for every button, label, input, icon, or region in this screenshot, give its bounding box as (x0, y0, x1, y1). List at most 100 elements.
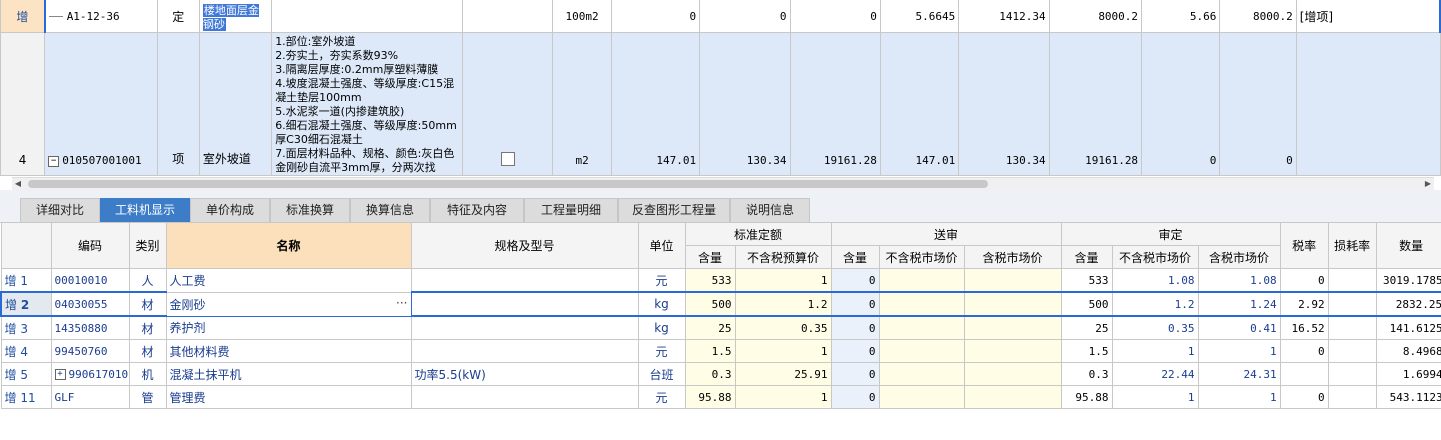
value-cell[interactable]: 0 (1141, 32, 1221, 176)
sub-pretax-cell[interactable] (878, 315, 965, 340)
value-cell[interactable]: 5.66 (1141, 0, 1221, 33)
value-cell[interactable]: 0 (610, 0, 701, 33)
code-cell[interactable]: −010507001001 (44, 32, 158, 176)
header-name[interactable]: 名称 (165, 222, 412, 269)
app-qty-cell[interactable]: 25 (1060, 315, 1113, 340)
row-header[interactable]: 增 2 (0, 291, 52, 317)
app-qty-cell[interactable]: 500 (1060, 291, 1113, 317)
header-sub-pretax[interactable]: 不含税市场价 (878, 245, 965, 269)
header-std-qty[interactable]: 含量 (684, 245, 736, 269)
value-cell[interactable]: 19161.28 (1048, 32, 1143, 176)
row-header[interactable]: 增 3 (0, 315, 52, 340)
code-cell[interactable]: GLF (50, 385, 130, 409)
checkbox-cell[interactable] (462, 0, 554, 33)
app-pretax-cell[interactable]: 1 (1111, 385, 1199, 409)
unit-cell[interactable]: kg (637, 291, 686, 317)
value-cell[interactable]: 130.34 (958, 32, 1050, 176)
tax-rate-cell[interactable]: 0 (1279, 385, 1329, 409)
code-cell[interactable]: 00010010 (50, 268, 130, 293)
spec-cell[interactable] (410, 385, 639, 409)
note-cell[interactable]: [增项] (1295, 0, 1441, 33)
header-sub-qty[interactable]: 含量 (830, 245, 880, 269)
loss-rate-cell[interactable] (1327, 291, 1377, 317)
category-cell[interactable]: 材 (128, 315, 167, 340)
sub-pretax-cell[interactable] (878, 339, 965, 363)
app-pretax-cell[interactable]: 1 (1111, 339, 1199, 363)
value-cell[interactable]: 19161.28 (789, 32, 881, 176)
loss-rate-cell[interactable] (1327, 339, 1377, 363)
expand-icon[interactable]: + (54, 369, 66, 380)
sub-tax-cell[interactable] (963, 362, 1062, 386)
code-cell[interactable]: A1-12-36 (43, 0, 158, 33)
tax-rate-cell[interactable] (1279, 362, 1329, 386)
unit-cell[interactable]: 台班 (637, 362, 686, 386)
scrollbar-thumb[interactable] (28, 180, 988, 188)
name-cell[interactable]: 其他材料费 (165, 339, 412, 363)
resource-row[interactable]: 增 3 14350880 材 养护剂 kg 25 0.35 0 25 0.35 … (0, 315, 1441, 340)
tab-quantity-detail[interactable]: 工程量明细 (524, 198, 618, 222)
loss-rate-cell[interactable] (1327, 315, 1377, 340)
unit-cell[interactable]: 元 (637, 268, 686, 293)
sub-pretax-cell[interactable] (878, 362, 965, 386)
code-cell[interactable]: 04030055 (50, 291, 130, 317)
tab-detail-compare[interactable]: 详细对比 (20, 198, 100, 222)
quantity-cell[interactable]: 8.4968 (1375, 339, 1441, 363)
tab-graphic-quantity[interactable]: 反查图形工程量 (618, 198, 730, 222)
collapse-icon[interactable]: − (48, 155, 60, 167)
spec-cell[interactable] (410, 315, 639, 340)
checkbox[interactable] (500, 152, 515, 166)
type-cell[interactable]: 项 (156, 32, 200, 176)
app-tax-cell[interactable]: 1 (1197, 385, 1281, 409)
sub-tax-cell[interactable] (963, 315, 1062, 340)
app-pretax-cell[interactable]: 1.2 (1111, 291, 1199, 317)
std-price-cell[interactable]: 1.2 (734, 291, 832, 317)
value-cell[interactable]: 147.01 (879, 32, 960, 176)
name-cell[interactable]: 养护剂 (165, 315, 412, 340)
app-tax-cell[interactable]: 24.31 (1197, 362, 1281, 386)
code-cell[interactable]: 14350880 (50, 315, 130, 340)
sub-qty-cell[interactable]: 0 (830, 385, 880, 409)
loss-rate-cell[interactable] (1327, 362, 1377, 386)
std-price-cell[interactable]: 1 (734, 339, 832, 363)
std-price-cell[interactable]: 25.91 (734, 362, 832, 386)
std-qty-cell[interactable]: 0.3 (684, 362, 736, 386)
sub-qty-cell[interactable]: 0 (830, 339, 880, 363)
row-header[interactable]: 增 11 (0, 385, 52, 409)
value-cell[interactable]: 0 (789, 0, 881, 33)
header-loss-rate[interactable]: 损耗率 (1327, 222, 1377, 269)
quantity-cell[interactable]: 3019.1785 (1375, 268, 1441, 293)
app-qty-cell[interactable]: 95.88 (1060, 385, 1113, 409)
header-tax-rate[interactable]: 税率 (1279, 222, 1329, 269)
row-header[interactable]: 增 4 (0, 339, 52, 363)
sub-pretax-cell[interactable] (878, 268, 965, 293)
tab-unit-price[interactable]: 单价构成 (190, 198, 270, 222)
spec-cell[interactable] (410, 268, 639, 293)
value-cell[interactable]: 1412.34 (958, 0, 1050, 33)
sub-tax-cell[interactable] (963, 385, 1062, 409)
category-cell[interactable]: 材 (128, 291, 167, 317)
std-qty-cell[interactable]: 1.5 (684, 339, 736, 363)
category-cell[interactable]: 材 (128, 339, 167, 363)
name-cell[interactable]: 混凝土抹平机 (165, 362, 412, 386)
resource-row-selected[interactable]: 增 2 04030055 材 金刚砂 ··· kg 500 1.2 0 500 1… (0, 291, 1441, 317)
std-qty-cell[interactable]: 95.88 (684, 385, 736, 409)
spec-cell[interactable]: 功率5.5(kW) (410, 362, 639, 386)
unit-cell[interactable]: kg (637, 315, 686, 340)
header-sub-tax[interactable]: 含税市场价 (963, 245, 1062, 269)
scroll-left-icon[interactable]: ◀ (12, 178, 24, 190)
tab-features[interactable]: 特征及内容 (430, 198, 524, 222)
std-qty-cell[interactable]: 500 (684, 291, 736, 317)
unit-cell[interactable]: 元 (637, 385, 686, 409)
loss-rate-cell[interactable] (1327, 385, 1377, 409)
tax-rate-cell[interactable]: 16.52 (1279, 315, 1329, 340)
app-tax-cell[interactable]: 0.41 (1197, 315, 1281, 340)
ellipsis-button[interactable]: ··· (396, 296, 407, 310)
name-cell[interactable]: 管理费 (165, 385, 412, 409)
note-cell[interactable] (1295, 32, 1441, 176)
row-header[interactable]: 增 1 (0, 268, 52, 293)
row-header[interactable]: 4 (0, 32, 46, 176)
header-code[interactable]: 编码 (50, 222, 130, 269)
std-qty-cell[interactable]: 25 (684, 315, 736, 340)
sub-qty-cell[interactable]: 0 (830, 315, 880, 340)
tax-rate-cell[interactable]: 2.92 (1279, 291, 1329, 317)
